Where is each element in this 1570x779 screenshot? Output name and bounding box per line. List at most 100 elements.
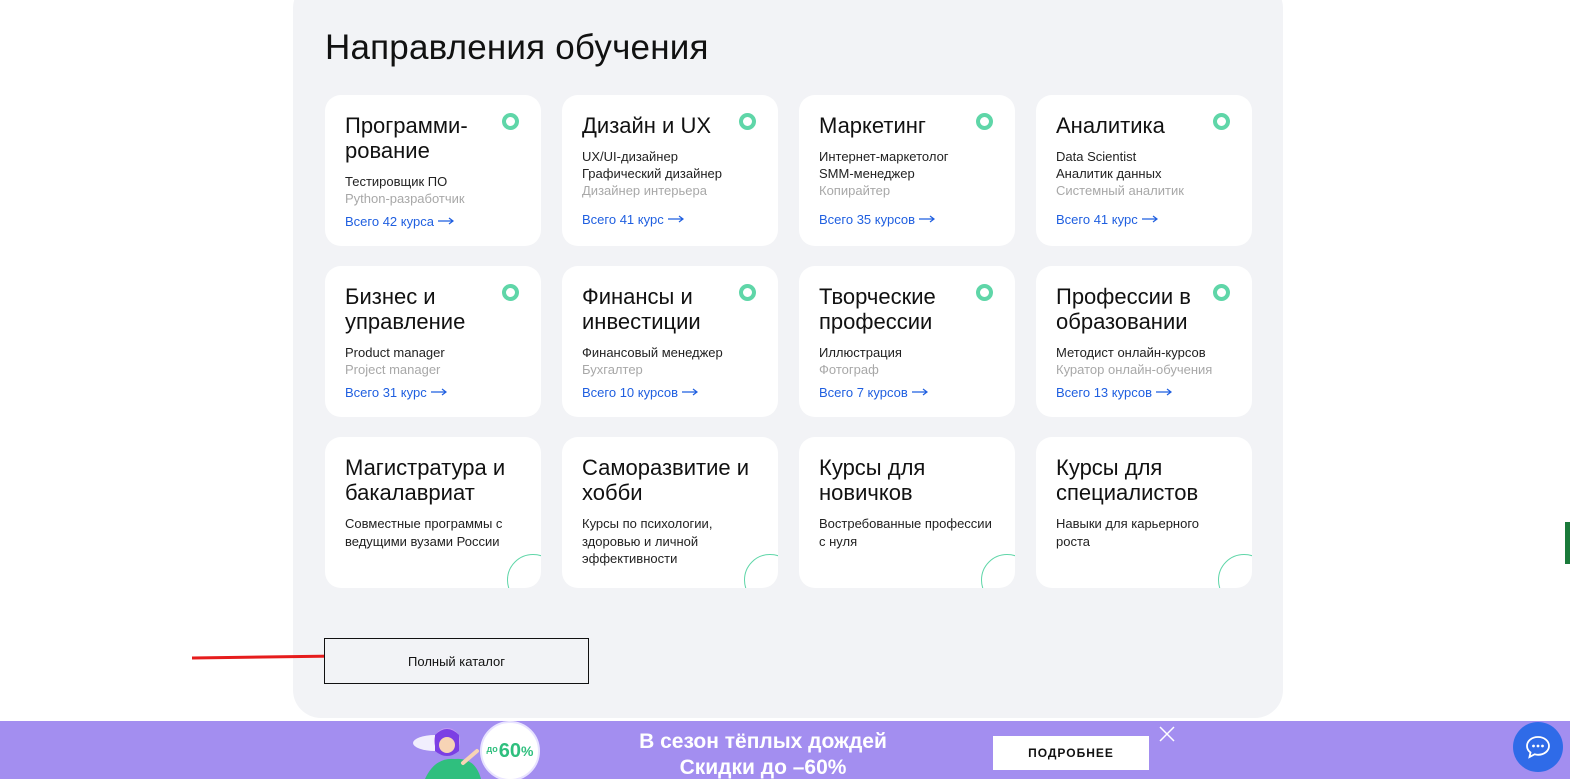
card-programming[interactable]: Програм­ми­рование Тестировщик ПО Python… <box>325 95 541 246</box>
link-label: Всего 35 курсов <box>819 212 915 227</box>
card-subjects: Методист онлайн-курсов Куратор онлайн-об… <box>1056 344 1232 378</box>
directions-grid: Програм­ми­рование Тестировщик ПО Python… <box>325 95 1252 588</box>
status-dot-icon <box>1213 113 1230 130</box>
card-title: Финансы и инвестиции <box>582 284 701 334</box>
subject-item: Копирайтер <box>819 183 891 198</box>
status-dot-icon <box>976 284 993 301</box>
chat-bubble-icon <box>1526 736 1550 759</box>
courses-count-link[interactable]: Всего 41 курс <box>582 212 684 227</box>
arrow-right-icon <box>1155 388 1172 396</box>
link-label: Всего 7 курсов <box>819 385 908 400</box>
courses-count-link[interactable]: Всего 41 курс <box>1056 212 1158 227</box>
link-label: Всего 13 курсов <box>1056 385 1152 400</box>
card-design[interactable]: Дизайн и UX UX/UI-дизайнер Графический д… <box>562 95 778 246</box>
subject-item: Python-разработчик <box>345 191 465 206</box>
card-subjects: Product manager Project manager <box>345 344 521 378</box>
card-finance[interactable]: Финансы и инвестиции Финансовый менеджер… <box>562 266 778 417</box>
courses-count-link[interactable]: Всего 7 курсов <box>819 385 928 400</box>
subject-item: Методист онлайн-курсов <box>1056 345 1206 360</box>
subject-item: Системный аналитик <box>1056 183 1184 198</box>
subject-item: Аналитик данных <box>1056 166 1162 181</box>
arrow-right-icon <box>1141 215 1158 223</box>
card-subjects: Иллюстрация Фотограф <box>819 344 995 378</box>
card-title: Програм­ми­рование <box>345 113 468 163</box>
status-dot-icon <box>739 113 756 130</box>
card-description: Курсы по психологии, здоровью и личной э… <box>582 516 713 566</box>
subject-item: Бухгалтер <box>582 362 643 377</box>
arrow-right-icon <box>430 388 447 396</box>
card-description: Совместные программы с ведущими вузами Р… <box>345 516 503 549</box>
status-dot-icon <box>502 113 519 130</box>
arrow-right-icon <box>911 388 928 396</box>
card-description: Навыки для карьерного роста <box>1056 516 1200 549</box>
link-label: Всего 10 курсов <box>582 385 678 400</box>
card-subjects: Финансовый менеджер Бухгалтер <box>582 344 758 378</box>
card-education[interactable]: Профессии в образовании Методист онлайн-… <box>1036 266 1252 417</box>
status-dot-icon <box>976 113 993 130</box>
card-title: Аналитика <box>1056 113 1165 138</box>
card-marketing[interactable]: Маркетинг Интернет-маркетолог SMM-менедж… <box>799 95 1015 246</box>
status-dot-icon <box>1213 284 1230 301</box>
full-catalog-button[interactable]: Полный каталог <box>324 638 589 684</box>
card-title: Творческие профессии <box>819 284 936 334</box>
card-title: Маркетинг <box>819 113 926 138</box>
decorative-ring-icon <box>1218 554 1252 588</box>
card-subjects: Data Scientist Аналитик данных Системный… <box>1056 148 1232 199</box>
decorative-ring-icon <box>507 554 541 588</box>
courses-count-link[interactable]: Всего 42 курса <box>345 214 454 229</box>
subject-item: Data Scientist <box>1056 149 1137 164</box>
status-dot-icon <box>502 284 519 301</box>
arrow-right-icon <box>667 215 684 223</box>
subject-item: Финансовый менеджер <box>582 345 723 360</box>
subject-item: UX/UI-дизайнер <box>582 149 678 164</box>
card-title: Курсы для специалистов <box>1056 455 1199 505</box>
subject-item: SMM-менеджер <box>819 166 915 181</box>
decorative-ring-icon <box>981 554 1015 588</box>
promo-banner: до 60 % В сезон тёплых дождей Скидки до … <box>0 721 1570 779</box>
card-specialists[interactable]: Курсы для специалистов Навыки для карьер… <box>1036 437 1252 588</box>
banner-headline: В сезон тёплых дождей Скидки до –60% <box>600 729 926 779</box>
card-title: Магистратура и бакалавриат <box>345 455 506 505</box>
subject-item: Графический дизайнер <box>582 166 722 181</box>
link-label: Всего 41 курс <box>1056 212 1138 227</box>
courses-count-link[interactable]: Всего 13 курсов <box>1056 385 1172 400</box>
link-label: Всего 31 курс <box>345 385 427 400</box>
status-dot-icon <box>739 284 756 301</box>
close-icon[interactable] <box>1158 725 1176 743</box>
card-beginners[interactable]: Курсы для новичков Востребованные профес… <box>799 437 1015 588</box>
subject-item: Project manager <box>345 362 441 377</box>
chat-button[interactable] <box>1513 722 1563 772</box>
card-creative[interactable]: Творческие профессии Иллюстрация Фотогра… <box>799 266 1015 417</box>
card-description: Востребованные профессии с нуля <box>819 516 992 549</box>
subject-item: Куратор онлайн-обучения <box>1056 362 1213 377</box>
banner-details-button[interactable]: ПОДРОБНЕЕ <box>993 736 1149 770</box>
card-degrees[interactable]: Магистратура и бакалавриат Совместные пр… <box>325 437 541 588</box>
link-label: Всего 41 курс <box>582 212 664 227</box>
courses-count-link[interactable]: Всего 35 курсов <box>819 212 935 227</box>
badge-prefix: до <box>486 744 498 754</box>
badge-value: 60 <box>498 739 521 762</box>
card-title: Бизнес и управление <box>345 284 466 334</box>
courses-count-link[interactable]: Всего 10 курсов <box>582 385 698 400</box>
scroll-edge-marker <box>1565 522 1570 564</box>
subject-item: Фотограф <box>819 362 879 377</box>
card-business[interactable]: Бизнес и управление Product manager Proj… <box>325 266 541 417</box>
arrow-right-icon <box>437 217 454 225</box>
subject-item: Product manager <box>345 345 445 360</box>
subject-item: Тестировщик ПО <box>345 174 448 189</box>
badge-percent: % <box>521 743 534 759</box>
subject-item: Дизайнер интерьера <box>582 183 707 198</box>
card-analytics[interactable]: Аналитика Data Scientist Аналитик данных… <box>1036 95 1252 246</box>
courses-count-link[interactable]: Всего 31 курс <box>345 385 447 400</box>
card-self-development[interactable]: Саморазвитие и хобби Курсы по психологии… <box>562 437 778 588</box>
card-title: Профессии в образовании <box>1056 284 1191 334</box>
subject-item: Интернет-маркетолог <box>819 149 949 164</box>
card-subjects: Тестировщик ПО Python-разработчик <box>345 173 521 207</box>
card-title: Курсы для новичков <box>819 455 926 505</box>
section-title: Направления обучения <box>325 28 709 67</box>
subject-item: Иллюстрация <box>819 345 902 360</box>
banner-line-1: В сезон тёплых дождей <box>639 730 887 753</box>
arrow-right-icon <box>681 388 698 396</box>
banner-line-2: Скидки до –60% <box>679 756 847 779</box>
link-label: Всего 42 курса <box>345 214 434 229</box>
